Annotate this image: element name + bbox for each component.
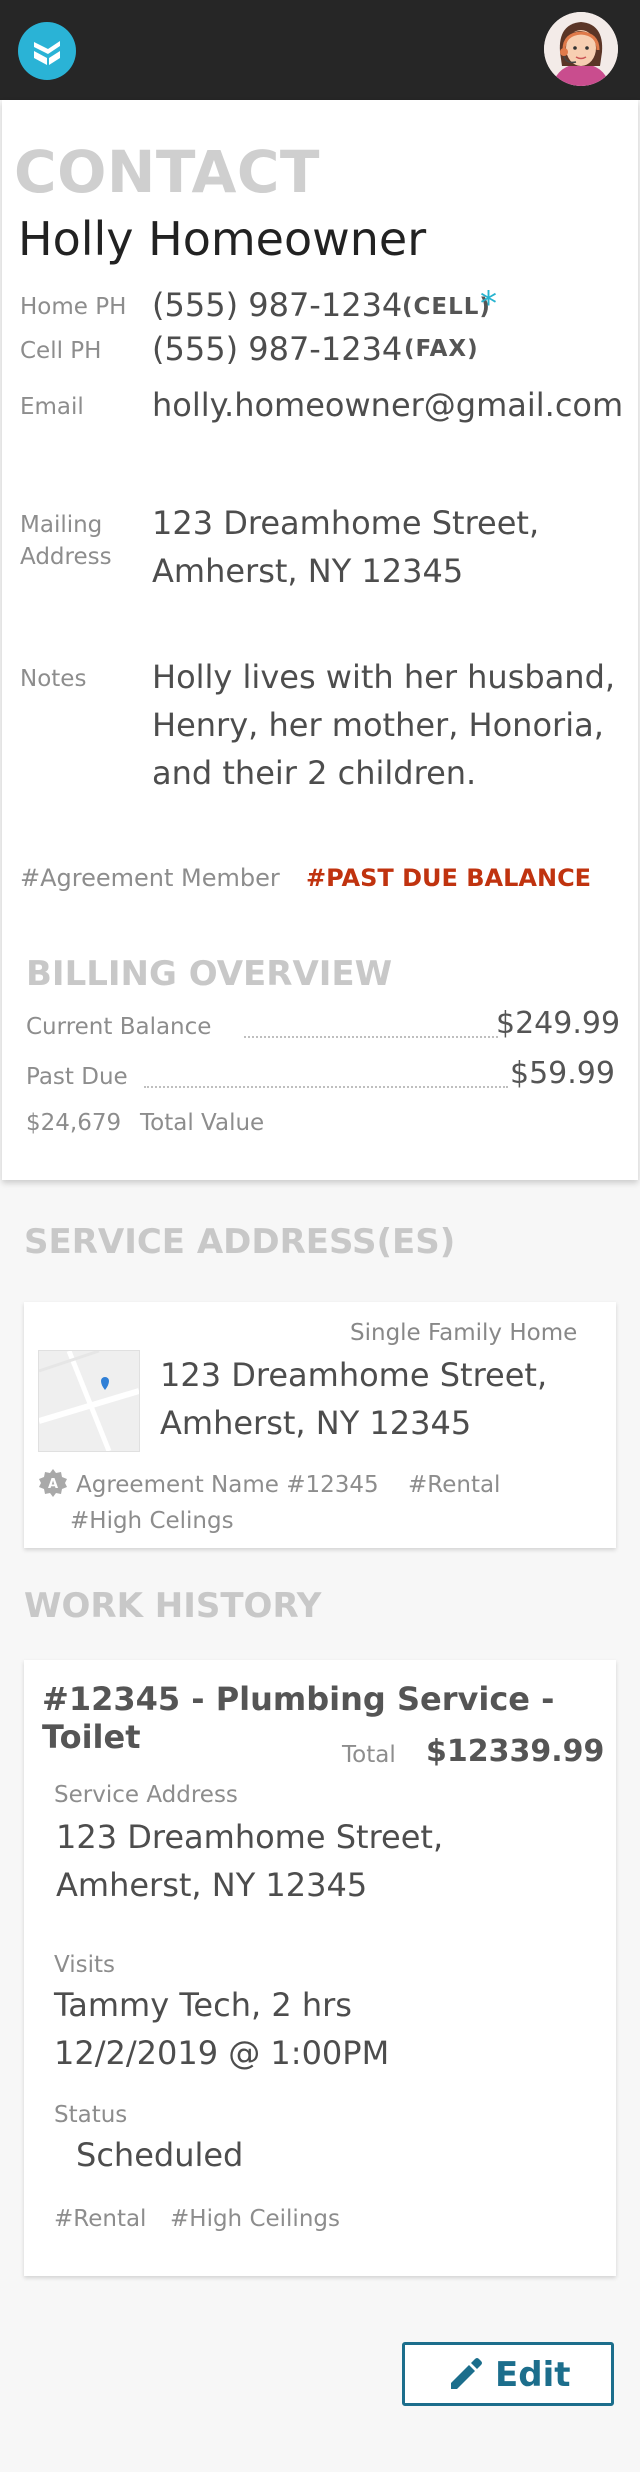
past-due-leader [144, 1086, 508, 1088]
billing-heading: BILLING OVERVIEW [26, 954, 393, 994]
work-history-heading: WORK HISTORY [24, 1586, 322, 1626]
current-balance-value: $249.99 [496, 1006, 621, 1041]
service-address-line1: 123 Dreamhome Street, [160, 1356, 548, 1394]
work-total-value: $12339.99 [426, 1734, 605, 1769]
service-address-line2: Amherst, NY 12345 [160, 1404, 472, 1442]
pencil-icon [451, 2358, 482, 2389]
contact-name: Holly Homeowner [18, 212, 427, 266]
map-thumbnail[interactable] [38, 1350, 140, 1452]
contact-heading: CONTACT [14, 138, 320, 206]
current-balance-leader [244, 1036, 498, 1038]
cell-phone-label: Cell PH [20, 338, 102, 364]
work-tag-high-ceilings[interactable]: #High Ceilings [170, 2206, 340, 2232]
tag-past-due-balance[interactable]: #PAST DUE BALANCE [306, 864, 591, 892]
visit-technician: Tammy Tech, 2 hrs [54, 1986, 352, 2024]
notes-line3: and their 2 children. [152, 754, 477, 792]
notes-label: Notes [20, 666, 87, 692]
tag-agreement-member[interactable]: #Agreement Member [20, 864, 280, 892]
status-value: Scheduled [76, 2136, 244, 2174]
mailing-label-line2: Address [20, 544, 112, 570]
mailing-address-line2: Amherst, NY 12345 [152, 552, 464, 590]
current-balance-label: Current Balance [26, 1014, 212, 1040]
agreement-name[interactable]: Agreement Name #12345 [76, 1472, 379, 1498]
past-due-value: $59.99 [510, 1056, 615, 1091]
home-phone-label: Home PH [20, 294, 127, 320]
service-address-label: Service Address [54, 1782, 238, 1808]
work-total-label: Total [342, 1742, 396, 1768]
edit-button[interactable]: Edit [402, 2342, 614, 2406]
agreement-badge-icon: A [38, 1468, 68, 1498]
home-phone-type: (CELL) [402, 294, 491, 320]
notes-line2: Henry, her mother, Honoria, [152, 706, 604, 744]
email-label: Email [20, 394, 84, 420]
service-tag-high-celings[interactable]: #High Celings [70, 1508, 234, 1534]
service-addresses-heading: SERVICE ADDRESS(ES) [24, 1222, 456, 1262]
status-label: Status [54, 2102, 128, 2128]
property-type: Single Family Home [350, 1320, 578, 1346]
cell-phone-type: (FAX) [404, 336, 479, 362]
service-tag-rental[interactable]: #Rental [408, 1472, 500, 1498]
mailing-label-line1: Mailing [20, 512, 103, 538]
user-avatar[interactable] [544, 12, 618, 86]
total-value-amount: $24,679 [26, 1110, 122, 1136]
primary-phone-marker: * [480, 284, 497, 324]
svg-text:A: A [48, 1477, 58, 1492]
work-address-line2: Amherst, NY 12345 [56, 1866, 368, 1904]
notes-line1: Holly lives with her husband, [152, 658, 616, 696]
mailing-address-line1: 123 Dreamhome Street, [152, 504, 540, 542]
home-phone-number[interactable]: (555) 987-1234 [152, 286, 402, 324]
work-address-line1: 123 Dreamhome Street, [56, 1818, 444, 1856]
work-tag-rental[interactable]: #Rental [54, 2206, 146, 2232]
visit-datetime: 12/2/2019 @ 1:00PM [54, 2034, 390, 2072]
app-logo-icon[interactable] [18, 22, 76, 80]
email-value[interactable]: holly.homeowner@gmail.com [152, 386, 623, 424]
past-due-label: Past Due [26, 1064, 128, 1090]
edit-button-label: Edit [495, 2355, 571, 2395]
total-value-label: Total Value [140, 1110, 265, 1136]
visits-label: Visits [54, 1952, 115, 1978]
cell-phone-number[interactable]: (555) 987-1234 [152, 330, 402, 368]
